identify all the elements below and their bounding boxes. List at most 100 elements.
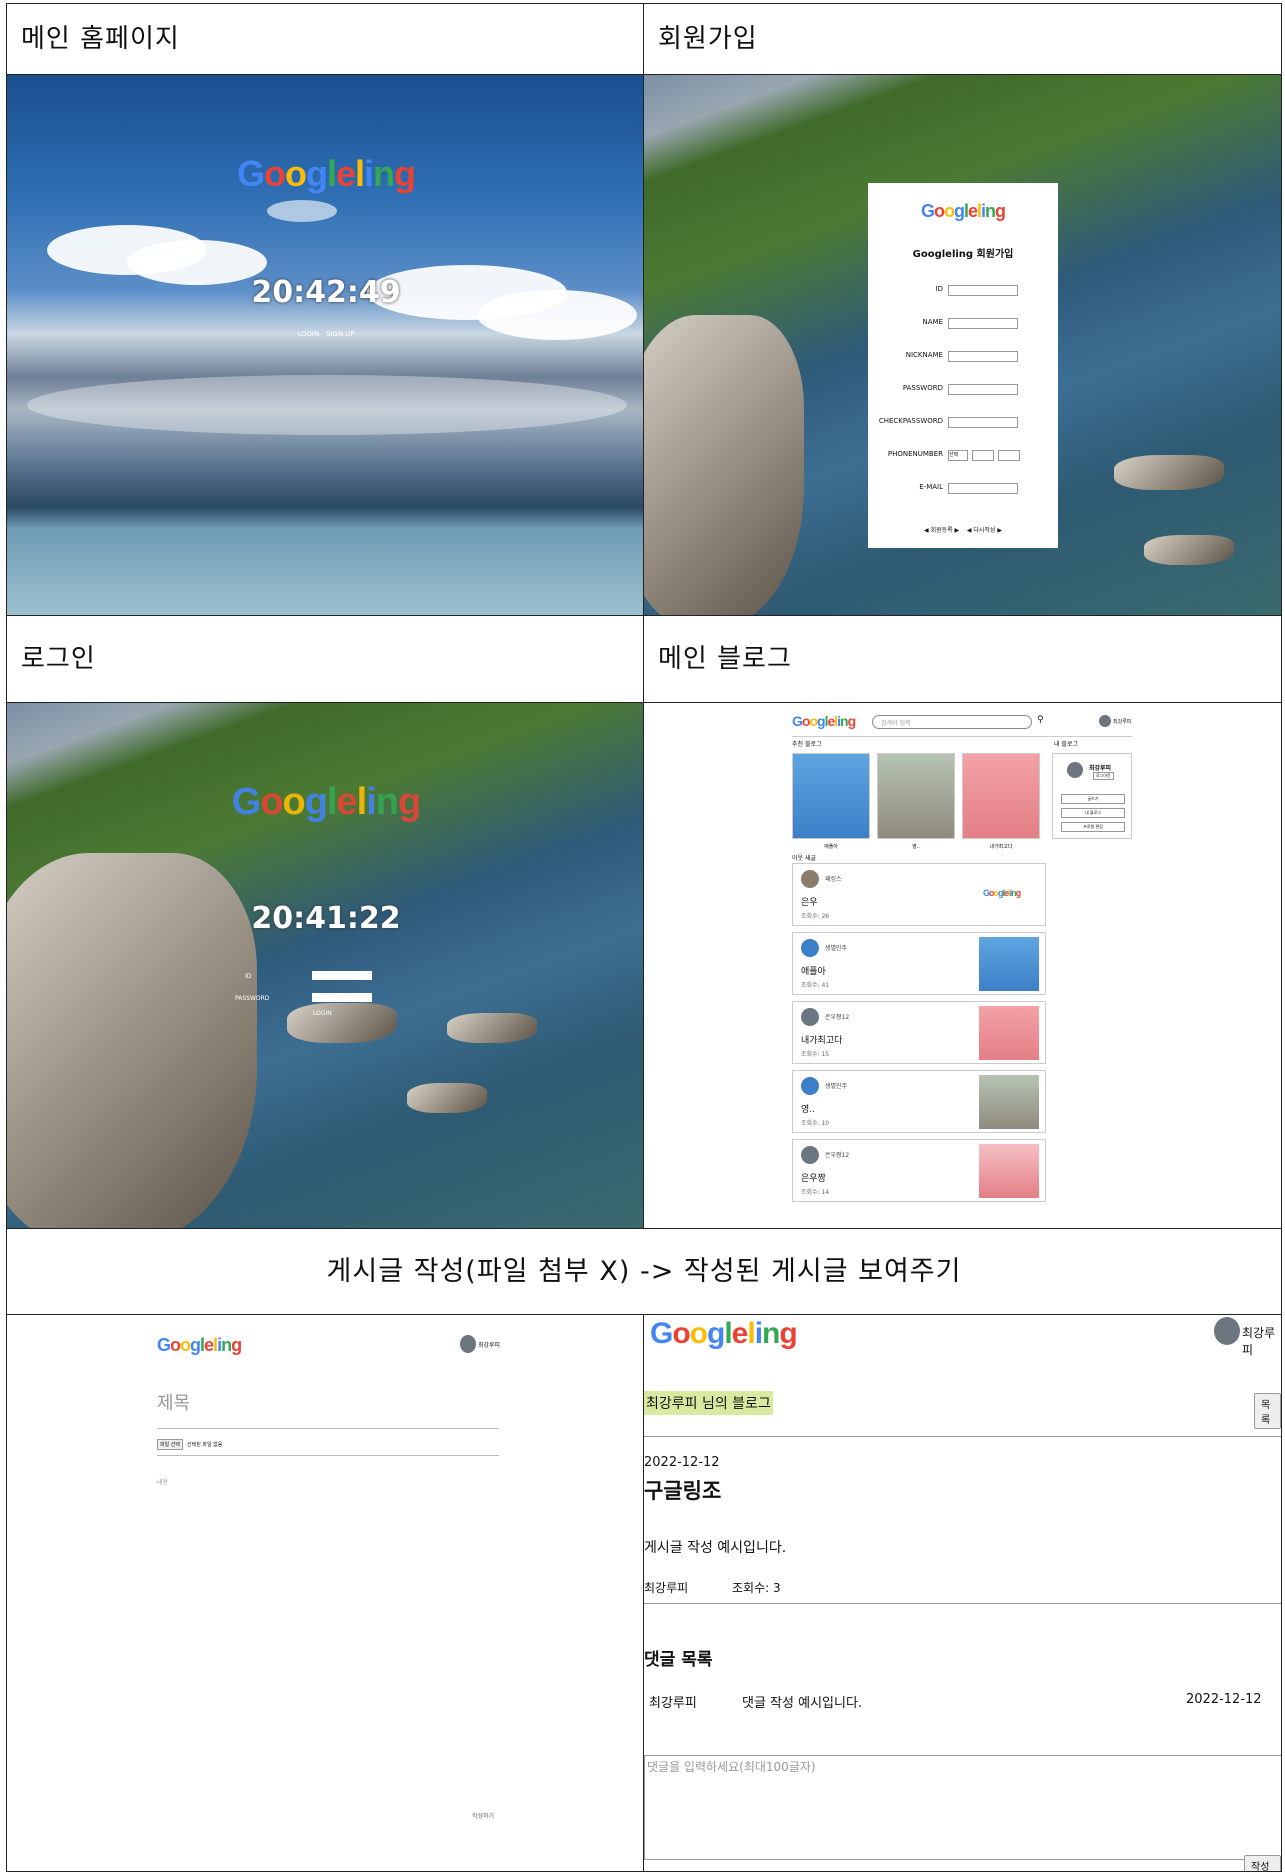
login-screen: Googleling 20:41:22 ID PASSWORD LOGIN	[7, 703, 644, 1228]
comments-title: 댓글 목록	[644, 1650, 713, 1670]
write-submit-button[interactable]: 작성하기	[472, 1811, 494, 1820]
edit-profile-button[interactable]: 프로필 편집	[1061, 822, 1125, 832]
divider	[157, 1455, 499, 1456]
avatar	[801, 1008, 819, 1026]
field-label: NICKNAME	[905, 351, 943, 359]
content-input[interactable]: 내용	[157, 1477, 168, 1486]
avatar	[801, 870, 819, 888]
post-author: 패킹스	[825, 876, 842, 883]
field-label: PHONENUMBER	[887, 450, 943, 458]
signup-reset-button[interactable]: ◀ 다시작성 ▶	[967, 527, 1002, 534]
comment-author: 최강루피	[649, 1696, 697, 1711]
divider	[792, 736, 1132, 737]
list-button[interactable]: 목록	[1254, 1393, 1281, 1429]
login-id-input[interactable]	[312, 971, 372, 980]
check-password-input[interactable]	[948, 417, 1018, 428]
file-select-button[interactable]: 파일 선택	[157, 1439, 183, 1450]
row-screens-1: Googleling 20:42:49 LOGIN SIGN UP Google…	[7, 75, 1281, 616]
post-author: 은우짱12	[825, 1152, 850, 1159]
section-title-signup: 회원가입	[658, 24, 758, 54]
row-screens-2: Googleling 20:41:22 ID PASSWORD LOGIN Go…	[7, 703, 1281, 1229]
password-input[interactable]	[948, 384, 1018, 395]
login-clock: 20:41:22	[251, 901, 401, 936]
home-auth-links: LOGIN SIGN UP	[7, 330, 643, 338]
write-header-user[interactable]: 최강루피	[478, 1340, 500, 1349]
section-title-login: 로그인	[7, 616, 644, 702]
phone-prefix-select[interactable]: 선택	[948, 450, 968, 461]
logout-button[interactable]: 로그아웃	[1093, 772, 1114, 780]
post-card[interactable]: 은우짱12 은우짱 조회수: 14	[792, 1139, 1046, 1202]
post-body: 게시글 작성 예시입니다.	[644, 1540, 787, 1556]
signup-form: Googleling Googleling 회원가입 ID NAME NICKN…	[868, 183, 1058, 548]
name-input[interactable]	[948, 318, 1018, 329]
id-input[interactable]	[948, 285, 1018, 296]
nickname-input[interactable]	[948, 351, 1018, 362]
post-thumb-bear	[979, 1006, 1039, 1060]
post-views: 조회수: 14	[801, 1189, 830, 1196]
post-card[interactable]: 패킹스 은우 조회수: 26 Googleling	[792, 863, 1046, 926]
login-password-input[interactable]	[312, 993, 372, 1002]
blog-header-user[interactable]: 최강루피	[1113, 718, 1131, 725]
rock	[287, 1003, 397, 1043]
section-title-main-home: 메인 홈페이지	[7, 4, 644, 74]
login-link[interactable]: LOGIN	[297, 330, 319, 338]
post-author: 최강루피	[644, 1581, 689, 1595]
section-title-main-blog: 메인 블로그	[658, 644, 792, 674]
blog-logo[interactable]: Googleling	[792, 713, 856, 729]
post-card[interactable]: 생별민주 애플아 조회수: 41	[792, 932, 1046, 995]
home-logo: Googleling	[236, 153, 416, 194]
login-button[interactable]: LOGIN	[313, 1010, 332, 1017]
post-views: 조회수: 41	[801, 982, 830, 989]
phone-middle-input[interactable]	[972, 450, 994, 461]
post-author: 은우짱12	[825, 1014, 850, 1021]
post-author: 생별민주	[825, 1083, 848, 1090]
file-status: 선택된 파일 없음	[187, 1442, 223, 1448]
signup-row-password: PASSWORD	[868, 384, 1058, 396]
avatar	[801, 1146, 819, 1164]
blog-owner-title[interactable]: 최강루피 님의 블로그	[644, 1391, 773, 1415]
blog-screen: Googleling 검색어 입력 ⚲ 최강루피 추천 블로그 내 블로그 애플…	[644, 703, 1281, 1228]
post-views: 조회수: 15	[801, 1051, 830, 1058]
recommended-caption[interactable]: 영..	[877, 843, 955, 850]
email-input[interactable]	[948, 483, 1018, 494]
signup-screen: Googleling Googleling 회원가입 ID NAME NICKN…	[644, 75, 1281, 615]
post-title: 영..	[801, 1105, 816, 1115]
recommended-caption[interactable]: 내가최고다	[962, 843, 1040, 850]
recommended-thumb-bear[interactable]	[962, 753, 1040, 839]
my-blog-title: 내 블로그	[1054, 741, 1078, 748]
signup-row-checkpassword: CHECKPASSWORD	[868, 417, 1058, 429]
row-headers-3: 게시글 작성(파일 첨부 X) -> 작성된 게시글 보여주기	[7, 1229, 1281, 1315]
divider	[157, 1428, 499, 1429]
signup-link[interactable]: SIGN UP	[326, 330, 355, 338]
comment-submit-button[interactable]: 작성하기	[1244, 1855, 1281, 1871]
signup-submit-button[interactable]: ◀ 회원등록 ▶	[924, 527, 959, 534]
write-post-button[interactable]: 글쓰기	[1061, 794, 1125, 804]
avatar[interactable]	[460, 1335, 476, 1353]
rock	[407, 1083, 487, 1113]
recommended-caption[interactable]: 애플아	[792, 843, 870, 850]
search-icon[interactable]: ⚲	[1037, 715, 1044, 725]
comment-input[interactable]: 댓글을 입력하세요(최대100글자)	[644, 1755, 1281, 1860]
home-clock: 20:42:49	[251, 275, 401, 310]
avatar[interactable]	[1214, 1317, 1240, 1345]
row-headers-2: 로그인 메인 블로그	[7, 616, 1281, 703]
field-label: CHECKPASSWORD	[878, 417, 943, 425]
recommended-thumb-character[interactable]	[792, 753, 870, 839]
phone-last-input[interactable]	[998, 450, 1020, 461]
signup-row-email: E-MAIL	[868, 483, 1058, 495]
comment-text: 댓글 작성 예시입니다.	[742, 1696, 863, 1711]
view-logo[interactable]: Googleling	[650, 1317, 798, 1351]
post-card[interactable]: 생별민주 영.. 조회수: 10	[792, 1070, 1046, 1133]
blog-search-input[interactable]: 검색어 입력	[872, 715, 1032, 729]
field-label: NAME	[922, 318, 944, 326]
my-blog-button[interactable]: 내 블로그	[1061, 808, 1125, 818]
post-card[interactable]: 은우짱12 내가최고다 조회수: 15	[792, 1001, 1046, 1064]
section-title-post-write: 게시글 작성(파일 첨부 X) -> 작성된 게시글 보여주기	[326, 1256, 962, 1287]
avatar[interactable]	[1099, 715, 1111, 727]
title-input[interactable]: 제목	[157, 1389, 190, 1415]
post-title: 은우	[801, 898, 818, 908]
recommended-thumb-cat[interactable]	[877, 753, 955, 839]
write-logo[interactable]: Googleling	[157, 1335, 242, 1356]
post-thumb-cat	[979, 1075, 1039, 1129]
view-header-user[interactable]: 최강루피	[1242, 1324, 1281, 1358]
